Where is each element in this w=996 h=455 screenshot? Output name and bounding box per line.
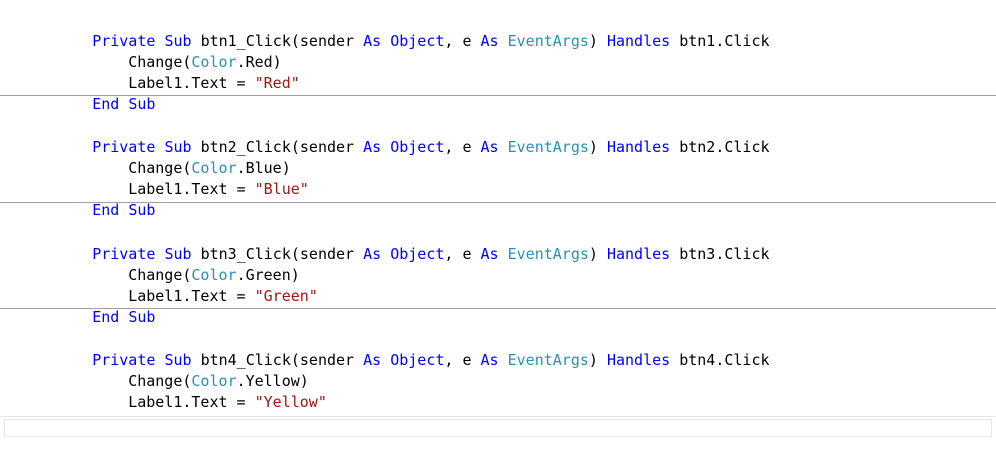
string-literal: "Red"	[254, 74, 300, 92]
param-separator: , e	[444, 351, 481, 369]
keyword-as: As	[480, 32, 499, 50]
keyword-end: End	[92, 308, 120, 326]
code-editor[interactable]: Private Sub btn1_Click(sender As Object,…	[0, 0, 996, 439]
type-eventargs: EventArgs	[507, 32, 589, 50]
keyword-as: As	[480, 138, 499, 156]
label-assign-line[interactable]: Label1.Text = "Red"	[74, 52, 300, 92]
close-paren: )	[588, 32, 607, 50]
type-eventargs: EventArgs	[507, 138, 589, 156]
method-signature-line[interactable]: Private Sub btn1_Click(sender As Object,…	[38, 10, 769, 50]
type-object: Object	[390, 138, 445, 156]
change-call-line[interactable]: Change(Color.Blue)	[74, 137, 291, 177]
keyword-end: End	[92, 95, 120, 113]
keyword-handles: Handles	[606, 138, 671, 156]
keyword-as: As	[363, 32, 382, 50]
param-separator: , e	[444, 245, 481, 263]
string-literal: "Yellow"	[254, 393, 327, 411]
keyword-as: As	[363, 138, 382, 156]
type-eventargs: EventArgs	[507, 351, 589, 369]
horizontal-scrollbar[interactable]	[0, 416, 996, 439]
close-paren: )	[588, 138, 607, 156]
handled-event: btn3.Click	[670, 245, 770, 263]
keyword-sub: Sub	[128, 308, 156, 326]
scrollbar-track[interactable]	[4, 419, 992, 437]
type-object: Object	[390, 245, 445, 263]
end-sub-line[interactable]: End Sub	[38, 286, 155, 326]
handled-event: btn2.Click	[670, 138, 770, 156]
end-sub-line[interactable]: End Sub	[38, 73, 155, 113]
param-separator: , e	[444, 138, 481, 156]
keyword-as: As	[480, 351, 499, 369]
label-assign-line[interactable]: Label1.Text = "Green"	[74, 265, 318, 305]
string-literal: "Green"	[254, 287, 318, 305]
change-call-line[interactable]: Change(Color.Green)	[74, 244, 300, 284]
close-paren: )	[588, 245, 607, 263]
close-paren: )	[588, 351, 607, 369]
keyword-sub: Sub	[128, 95, 156, 113]
label-assign-line[interactable]: Label1.Text = "Yellow"	[74, 371, 327, 411]
type-object: Object	[390, 351, 445, 369]
keyword-sub: Sub	[128, 201, 156, 219]
param-separator: , e	[444, 32, 481, 50]
handled-event: btn1.Click	[670, 32, 770, 50]
method-signature-line[interactable]: Private Sub btn4_Click(sender As Object,…	[38, 329, 769, 369]
type-eventargs: EventArgs	[507, 245, 589, 263]
keyword-as: As	[363, 245, 382, 263]
end-sub-line[interactable]: End Sub	[38, 179, 155, 219]
end-sub-line[interactable]: End Sub	[38, 392, 155, 432]
keyword-as: As	[480, 245, 499, 263]
string-literal: "Blue"	[254, 180, 309, 198]
handled-event: btn4.Click	[670, 351, 770, 369]
method-separator	[0, 202, 996, 203]
keyword-handles: Handles	[606, 32, 671, 50]
method-separator	[0, 95, 996, 96]
keyword-end: End	[92, 201, 120, 219]
keyword-handles: Handles	[606, 351, 671, 369]
method-signature-line[interactable]: Private Sub btn2_Click(sender As Object,…	[38, 116, 769, 156]
change-call-line[interactable]: Change(Color.Red)	[74, 31, 282, 71]
type-object: Object	[390, 32, 445, 50]
label-assign-line[interactable]: Label1.Text = "Blue"	[74, 158, 309, 198]
method-separator	[0, 308, 996, 309]
keyword-handles: Handles	[606, 245, 671, 263]
method-signature-line[interactable]: Private Sub btn3_Click(sender As Object,…	[38, 223, 769, 263]
change-call-line[interactable]: Change(Color.Yellow)	[74, 350, 309, 390]
keyword-as: As	[363, 351, 382, 369]
